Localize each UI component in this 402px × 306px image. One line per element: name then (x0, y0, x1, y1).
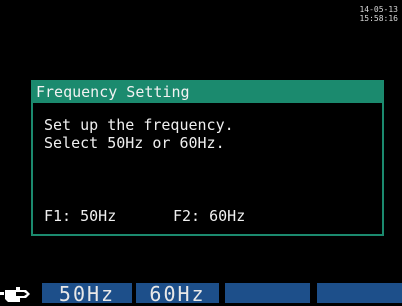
f4-button[interactable] (317, 283, 402, 303)
time-text: 15:58:16 (359, 14, 398, 23)
f1-key-hint: F1: 50Hz (44, 207, 117, 225)
dialog-body: Set up the frequency. Select 50Hz or 60H… (33, 103, 382, 234)
f2-60hz-button[interactable]: 60Hz (136, 283, 219, 305)
frequency-setting-dialog: Frequency Setting Set up the frequency. … (31, 80, 384, 236)
dialog-message-line-2: Select 50Hz or 60Hz. (44, 134, 225, 152)
dialog-title: Frequency Setting (33, 82, 382, 103)
f2-key-hint: F2: 60Hz (173, 207, 246, 225)
instrument-screen: 14-05-13 15:58:16 Frequency Setting Set … (0, 0, 402, 305)
date-text: 14-05-13 (359, 5, 398, 14)
dialog-message-line-1: Set up the frequency. (44, 116, 234, 134)
f1-50hz-button[interactable]: 50Hz (42, 283, 132, 305)
function-key-bar: 50Hz 60Hz (0, 283, 402, 305)
date-time-display: 14-05-13 15:58:16 (359, 5, 398, 23)
f3-button[interactable] (225, 283, 310, 303)
pointer-hand-icon (0, 287, 30, 302)
